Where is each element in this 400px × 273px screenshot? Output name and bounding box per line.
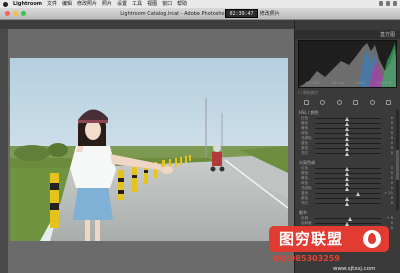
aperture: f/1.8 xyxy=(356,81,365,85)
apple-icon[interactable] xyxy=(3,1,8,7)
radial-filter-icon[interactable] xyxy=(369,99,375,105)
menu-settings[interactable]: 设置 xyxy=(117,0,127,8)
adjustment-brush-icon[interactable] xyxy=(386,99,392,105)
watermark-qq: QQ:985303259 xyxy=(273,254,340,263)
graduated-filter-icon[interactable] xyxy=(353,99,359,105)
histogram-header[interactable]: 直方图 xyxy=(295,30,400,39)
status-icons xyxy=(379,1,397,6)
left-panel-collapsed[interactable] xyxy=(0,29,8,273)
color-section: 分离色调 红色 0 橙色 0 黄色 0 绿色 0 浅绿色 0 蓝色 + 21 紫色 0 洋红 0 xyxy=(299,160,393,206)
spot-removal-icon[interactable] xyxy=(320,99,326,105)
slider-value[interactable]: 0 xyxy=(391,116,393,120)
slider-value[interactable]: 0 xyxy=(391,146,393,150)
iso-value: ISO 100 xyxy=(305,81,320,85)
menu-help[interactable]: 帮助 xyxy=(177,0,187,8)
window-title-bar: Lightroom Catalog.lrcat - Adobe Photosho… xyxy=(0,8,400,20)
wifi-icon[interactable] xyxy=(379,1,383,6)
histogram-info: ISO 100 35 mm f/1.8 1/320 秒 xyxy=(299,81,396,86)
slider-label: 洋红 xyxy=(301,200,309,205)
watermark: 图穷联盟 QQ:985303259 www.sjtxsj.com xyxy=(257,222,400,273)
histogram: ISO 100 35 mm f/1.8 1/320 秒 xyxy=(298,40,397,88)
menu-photo[interactable]: 照片 xyxy=(102,0,112,8)
slider-value[interactable]: 0 xyxy=(391,141,393,145)
right-panel-scrollbar[interactable] xyxy=(396,110,399,210)
photo-image xyxy=(10,58,288,241)
window-title: Lightroom Catalog.lrcat - Adobe Photosho… xyxy=(120,11,280,17)
slider-value[interactable]: + 5 xyxy=(387,216,393,220)
recording-timer: 02:39:47 xyxy=(225,9,258,18)
battery-icon[interactable] xyxy=(386,1,390,6)
slider-value[interactable]: 0 xyxy=(391,196,393,200)
menu-edit[interactable]: 编辑 xyxy=(62,0,72,8)
slider-row[interactable]: 洋红 0 xyxy=(299,151,393,156)
search-icon[interactable] xyxy=(393,1,397,6)
mac-menu-bar: Lightroom 文件 编辑 修改照片 照片 设置 工具 视图 窗口 帮助 xyxy=(0,0,400,8)
slider-value[interactable]: 0 xyxy=(391,126,393,130)
slider-value[interactable]: 0 xyxy=(391,171,393,175)
hsl-section: HSL / 颜色 红色 0 橙色 0 黄色 0 绿色 0 浅绿色 0 蓝色 0 紫色 0 洋红… xyxy=(299,110,393,156)
menu-tools[interactable]: 工具 xyxy=(132,0,142,8)
slider-value[interactable]: 0 xyxy=(391,186,393,190)
shutter-speed: 1/320 秒 xyxy=(376,81,392,85)
tool-strip xyxy=(298,98,397,106)
menu-develop[interactable]: 修改照片 xyxy=(77,0,97,8)
slider-value[interactable]: 0 xyxy=(391,121,393,125)
flame-icon xyxy=(363,230,381,248)
focal-length: 35 mm xyxy=(331,81,345,85)
slider-value[interactable]: 0 xyxy=(391,151,393,155)
histogram-title: 直方图 xyxy=(379,32,395,38)
menu-view[interactable]: 视图 xyxy=(147,0,157,8)
slider-value[interactable]: 0 xyxy=(391,176,393,180)
app-menu[interactable]: Lightroom xyxy=(13,0,42,8)
menu-file[interactable]: 文件 xyxy=(47,0,57,8)
slider-value[interactable]: 0 xyxy=(391,131,393,135)
original-photo-checkbox[interactable]: ☐ 原始照片 xyxy=(298,90,397,96)
slider-value[interactable]: 0 xyxy=(391,181,393,185)
slider-label: 洋红 xyxy=(301,150,309,155)
slider-row[interactable]: 洋红 0 xyxy=(299,201,393,206)
slider-value[interactable]: 0 xyxy=(391,136,393,140)
menu-window[interactable]: 窗口 xyxy=(162,0,172,8)
watermark-url: www.sjtxsj.com xyxy=(333,266,376,272)
slider-value[interactable]: 0 xyxy=(391,166,393,170)
slider-value[interactable]: + 21 xyxy=(384,191,393,195)
slider-value[interactable]: 0 xyxy=(391,201,393,205)
photo-preview xyxy=(10,58,288,241)
red-eye-icon[interactable] xyxy=(336,99,342,105)
crop-tool-icon[interactable] xyxy=(303,99,309,105)
watermark-brand: 图穷联盟 xyxy=(279,230,344,248)
